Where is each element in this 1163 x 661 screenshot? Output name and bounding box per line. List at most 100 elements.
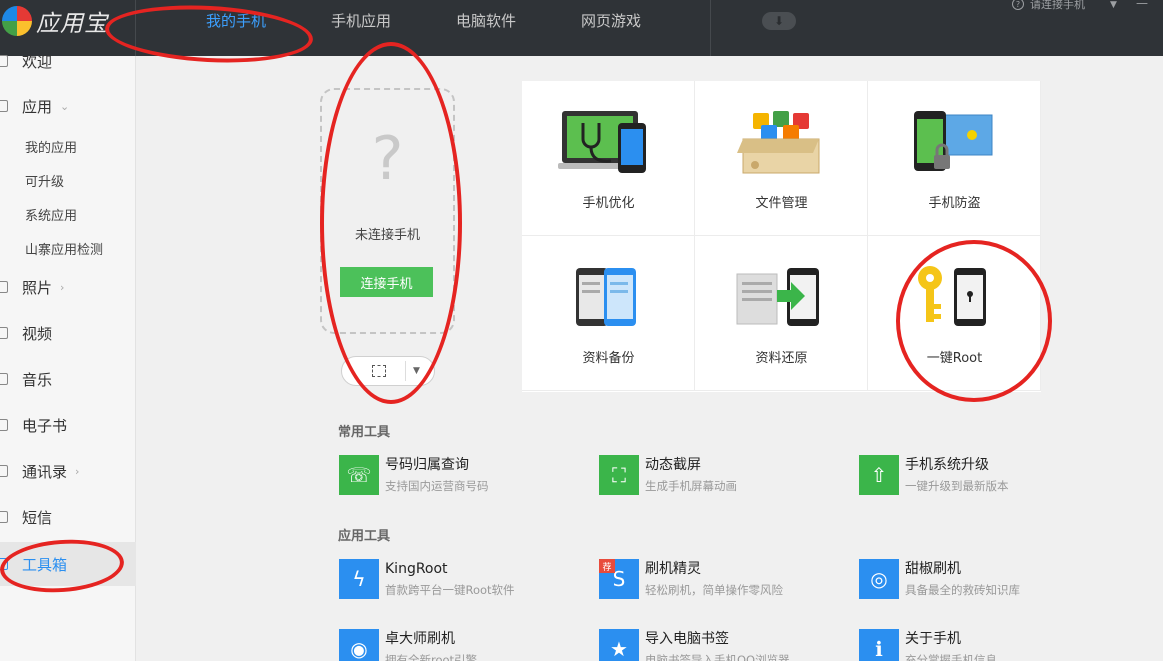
feature-file-manage[interactable]: 文件管理	[695, 81, 868, 236]
sidebar-item-toolbox[interactable]: 工具箱	[0, 542, 136, 586]
connect-status[interactable]: ? 请连接手机	[1012, 0, 1085, 12]
chevron-right-icon: ›	[75, 464, 80, 478]
feature-label: 资料备份	[582, 351, 635, 366]
tool-pepper-flash[interactable]: ◎ 甜椒刷机 具备最全的救砖知识库	[859, 559, 1020, 599]
tool-import-bookmarks[interactable]: ★ 导入电脑书签 电脑书签导入手机QQ浏览器	[599, 629, 790, 661]
video-icon	[0, 327, 8, 339]
feature-backup[interactable]: 资料备份	[522, 236, 695, 391]
tool-name: 导入电脑书签	[645, 631, 729, 647]
feature-restore[interactable]: 资料还原	[695, 236, 868, 391]
tool-name: 动态截屏	[645, 457, 701, 473]
question-mark-icon: ?	[371, 124, 404, 194]
tool-number-lookup[interactable]: ☏ 号码归属查询 支持国内运营商号码	[339, 455, 489, 495]
tab-web-games[interactable]: 网页游戏	[581, 10, 641, 31]
file-manage-icon	[737, 111, 820, 174]
divider	[135, 0, 136, 56]
phone-info-icon: ℹ	[859, 629, 899, 661]
feature-phone-optimize[interactable]: 手机优化	[522, 81, 695, 236]
menu-caret-icon[interactable]: ▼	[1110, 0, 1117, 10]
tool-desc: 轻松刷机，简单操作零风险	[645, 583, 783, 597]
lightning-icon: ϟ	[339, 559, 379, 599]
toolbox-icon	[0, 558, 8, 570]
tool-about-phone[interactable]: ℹ 关于手机 充分掌握手机信息	[859, 629, 997, 661]
tool-name: 甜椒刷机	[905, 561, 961, 577]
sidebar-item-contacts[interactable]: 通讯录 ›	[0, 460, 136, 482]
sidebar-item-photos[interactable]: 照片 ›	[0, 276, 136, 298]
connect-phone-button[interactable]: 连接手机	[340, 267, 433, 297]
tool-desc: 支持国内运营商号码	[385, 479, 489, 493]
feature-anti-theft[interactable]: 手机防盗	[868, 81, 1041, 236]
bookmark-icon: ★	[599, 629, 639, 661]
screenshot-button[interactable]: ▼	[341, 356, 435, 386]
tool-desc: 一键升级到最新版本	[905, 479, 1009, 493]
feature-one-key-root[interactable]: 一键Root	[868, 236, 1041, 391]
sidebar-item-label: 应用	[22, 97, 53, 116]
divider	[405, 361, 406, 381]
tool-name: 关于手机	[905, 631, 961, 647]
app-tools-title: 应用工具	[338, 529, 391, 544]
tab-my-phone[interactable]: 我的手机	[206, 10, 266, 31]
globe-icon: ◉	[339, 629, 379, 661]
sms-icon	[0, 511, 8, 523]
minimize-icon[interactable]: —	[1136, 0, 1148, 10]
sidebar-item-label: 通讯录	[22, 462, 68, 481]
phone-status: 未连接手机	[354, 228, 420, 243]
phone-optimize-icon	[558, 111, 646, 173]
sidebar-item-ebook[interactable]: 电子书	[0, 414, 136, 436]
sidebar-item-music[interactable]: 音乐	[0, 368, 136, 390]
tool-zhuodashi-flash[interactable]: ◉ 卓大师刷机 拥有全新root引擎	[339, 629, 477, 661]
backup-icon	[576, 268, 636, 326]
connect-status-label: 请连接手机	[1030, 0, 1085, 11]
chevron-right-icon: ›	[60, 280, 65, 294]
tool-flash-genius[interactable]: S 荐 刷机精灵 轻松刷机，简单操作零风险	[599, 559, 783, 599]
tool-desc: 拥有全新root引擎	[385, 653, 478, 661]
phone-upgrade-icon: ⇧	[859, 455, 899, 495]
ebook-icon	[0, 419, 8, 431]
feature-label: 手机优化	[582, 196, 635, 211]
tab-phone-apps[interactable]: 手机应用	[331, 10, 391, 31]
app-logo-icon	[2, 6, 32, 36]
recommend-badge: 荐	[599, 559, 615, 573]
sidebar-item-welcome[interactable]: 欢迎	[0, 50, 136, 72]
pepper-icon: ◎	[859, 559, 899, 599]
tool-desc: 电脑书签导入手机QQ浏览器	[645, 653, 790, 661]
sidebar-sub-fake-app-check[interactable]: 山寨应用检测	[25, 239, 103, 258]
sidebar-item-label: 电子书	[22, 416, 68, 435]
tool-name: 号码归属查询	[385, 457, 469, 473]
sidebar-sub-system-apps[interactable]: 系统应用	[25, 205, 77, 224]
tool-name: 手机系统升级	[905, 457, 989, 473]
sidebar-item-apps[interactable]: 应用 ⌄	[0, 95, 136, 117]
app-logo: 应用宝	[0, 4, 108, 38]
feature-label: 资料还原	[755, 351, 808, 366]
tab-pc-software[interactable]: 电脑软件	[456, 10, 516, 31]
screen-capture-icon: ⛶	[599, 455, 639, 495]
tool-name: 卓大师刷机	[385, 631, 455, 647]
help-icon: ?	[1012, 0, 1024, 10]
feature-label: 手机防盗	[928, 196, 981, 211]
sidebar-sub-my-apps[interactable]: 我的应用	[25, 137, 77, 156]
sidebar-item-sms[interactable]: 短信	[0, 506, 136, 528]
sidebar-item-label: 音乐	[22, 370, 53, 389]
tool-desc: 充分掌握手机信息	[905, 653, 997, 661]
apps-grid-icon	[0, 100, 8, 112]
sidebar-item-label: 短信	[22, 508, 53, 527]
phone-placeholder: ? 未连接手机 连接手机	[320, 88, 455, 334]
music-icon	[0, 373, 8, 385]
welcome-icon	[0, 55, 8, 67]
sidebar-item-label: 工具箱	[22, 555, 68, 574]
feature-label: 一键Root	[926, 351, 983, 366]
root-key-icon	[918, 266, 986, 326]
feature-label: 文件管理	[755, 196, 808, 211]
sidebar-sub-upgradable[interactable]: 可升级	[25, 171, 64, 190]
sidebar-item-video[interactable]: 视频	[0, 322, 136, 344]
dropdown-caret-icon[interactable]: ▼	[413, 366, 420, 376]
phone-search-icon: ☏	[339, 455, 379, 495]
tool-name: KingRoot	[385, 561, 448, 577]
tool-dynamic-screenshot[interactable]: ⛶ 动态截屏 生成手机屏幕动画	[599, 455, 737, 495]
tool-system-upgrade[interactable]: ⇧ 手机系统升级 一键升级到最新版本	[859, 455, 1009, 495]
sidebar: 欢迎 应用 ⌄ 我的应用 可升级 系统应用 山寨应用检测 照片 › 视频 音乐 电子…	[0, 53, 136, 661]
contacts-icon	[0, 465, 8, 477]
sidebar-item-label: 欢迎	[22, 52, 53, 71]
tool-kingroot[interactable]: ϟ KingRoot 首款跨平台一键Root软件	[339, 559, 515, 599]
download-button[interactable]: ⬇	[762, 12, 796, 30]
